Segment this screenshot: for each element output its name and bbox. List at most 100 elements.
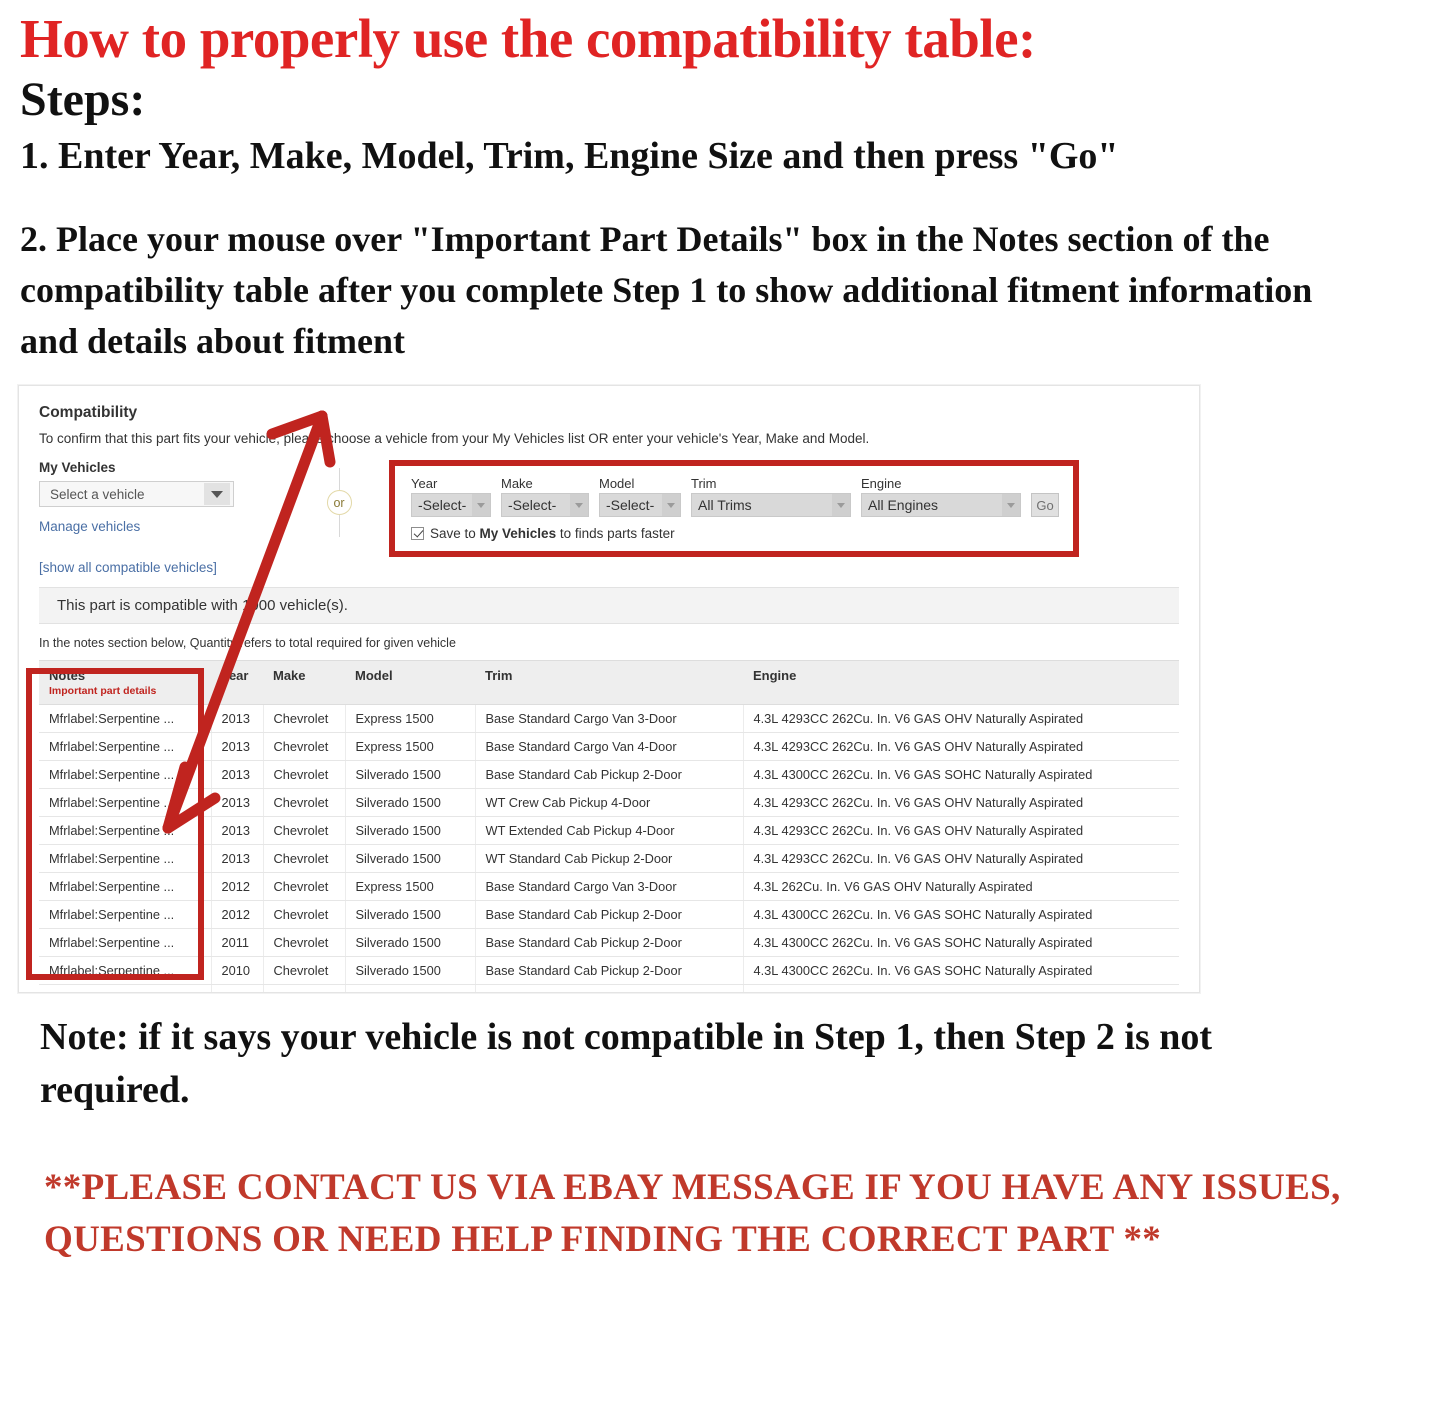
compatibility-count-message: This part is compatible with 1000 vehicl… (39, 587, 1179, 625)
cell-engine: 4.3L 262Cu. In. V6 GAS OHV Naturally Asp… (743, 984, 1179, 993)
instructions-header: How to properly use the compatibility ta… (0, 8, 1445, 367)
cell-trim: WT Extended Cab Pickup 4-Door (475, 816, 744, 846)
fitment-table-body: Mfrlabel:Serpentine ... 2013 Chevrolet Expr… (39, 704, 1179, 993)
save-vehicle-checkbox[interactable] (411, 527, 424, 541)
table-row: Mfrlabel:Serpentine ...2010ChevroletSilv… (39, 984, 1179, 993)
step-two-text: 2. Place your mouse over "Important Part… (20, 218, 1313, 362)
quantity-note: In the notes section below, Quantity ref… (39, 636, 456, 651)
cell-notes[interactable]: Mfrlabel:Serpentine ... (39, 872, 212, 902)
or-badge: or (326, 490, 352, 516)
cell-trim: Base Standard Cab Pickup 2-Door (475, 900, 744, 930)
table-header-row: Notes Important part details Year Make M… (39, 660, 1179, 706)
cell-model: Express 1500 (345, 732, 476, 762)
engine-field: Engine All Engines (861, 476, 1021, 518)
table-row: Mfrlabel:Serpentine ... 2013 Chevrolet Silv… (39, 788, 1179, 818)
my-vehicles-label: My Vehicles (39, 460, 116, 476)
cell-make: Chevrolet (263, 956, 346, 986)
model-select[interactable]: -Select- (599, 493, 681, 518)
table-row: Mfrlabel:Serpentine ... 2011 Chevrolet Silv… (39, 928, 1179, 958)
cell-make: Chevrolet (263, 760, 346, 790)
year-select-value: -Select- (418, 497, 467, 514)
cell-model: Silverado 1500 (345, 816, 476, 846)
cell-year: 2013 (211, 760, 264, 790)
step-one-text: 1. Enter Year, Make, Model, Trim, Engine… (20, 135, 1119, 178)
ymm-field-row: Year -Select- Make -Select- Model -Selec… (411, 476, 1059, 518)
table-row: Mfrlabel:Serpentine ... 2013 Chevrolet Expr… (39, 704, 1179, 734)
cell-year: 2012 (211, 872, 264, 902)
column-header-year: Year (211, 660, 263, 706)
cell-year: 2013 (211, 788, 264, 818)
cell-notes[interactable]: Mfrlabel:Serpentine ... (39, 760, 212, 790)
vehicle-select-value: Select a vehicle (50, 486, 145, 502)
cell-notes[interactable]: Mfrlabel:Serpentine ... (39, 956, 212, 986)
or-line-top (338, 468, 340, 491)
trim-select-value: All Trims (698, 497, 752, 514)
cell-engine: 4.3L 4300CC 262Cu. In. V6 GAS SOHC Natur… (743, 928, 1179, 958)
cell-model: Express 1500 (345, 872, 476, 902)
trim-select[interactable]: All Trims (691, 493, 851, 518)
cell-trim: Base Standard Cargo Van 4-Door (475, 732, 744, 762)
cell-notes[interactable]: Mfrlabel:Serpentine ... (39, 788, 212, 818)
cell-trim: WT Standard Cab Pickup 2-Door (475, 844, 744, 874)
cell-trim: Base Standard Cargo Van 3-Door (475, 704, 744, 734)
model-field: Model -Select- (599, 476, 681, 518)
column-header-notes: Notes Important part details (39, 660, 211, 706)
year-select[interactable]: -Select- (411, 493, 491, 518)
cell-make: Chevrolet (263, 984, 346, 993)
cell-notes[interactable]: Mfrlabel:Serpentine ... (39, 844, 212, 874)
save-vehicle-row[interactable]: Save to My Vehicles to finds parts faste… (411, 526, 1059, 541)
cell-trim: WT Crew Cab Pickup 4-Door (475, 984, 744, 993)
engine-select[interactable]: All Engines (861, 493, 1021, 518)
cell-trim: Base Standard Cab Pickup 2-Door (475, 928, 744, 958)
chevron-down-icon (204, 483, 230, 506)
cell-notes[interactable]: Mfrlabel:Serpentine ... (39, 704, 212, 734)
cell-engine: 4.3L 4293CC 262Cu. In. V6 GAS OHV Natura… (743, 844, 1179, 874)
cell-notes[interactable]: Mfrlabel:Serpentine ... (39, 732, 212, 762)
cell-model: Silverado 1500 (345, 928, 476, 958)
make-field: Make -Select- (501, 476, 589, 518)
chevron-down-icon (472, 494, 490, 517)
cell-engine: 4.3L 4300CC 262Cu. In. V6 GAS SOHC Natur… (743, 760, 1179, 790)
cell-year: 2010 (211, 984, 264, 993)
column-header-model: Model (345, 660, 475, 706)
column-header-make: Make (263, 660, 345, 706)
cell-year: 2011 (211, 928, 264, 958)
cell-make: Chevrolet (263, 788, 346, 818)
year-field: Year -Select- (411, 476, 491, 518)
cell-trim: Base Standard Cargo Van 3-Door (475, 872, 744, 902)
model-select-value: -Select- (606, 497, 655, 514)
trim-field: Trim All Trims (691, 476, 851, 518)
cell-model: Silverado 1500 (345, 900, 476, 930)
manage-vehicles-link[interactable]: Manage vehicles (39, 519, 289, 534)
my-vehicles-column: My Vehicles Select a vehicle Manage vehi… (39, 460, 289, 534)
year-label: Year (411, 476, 438, 492)
chevron-down-icon (1002, 494, 1020, 517)
cell-year: 2013 (211, 732, 264, 762)
cell-year: 2010 (211, 956, 264, 986)
vehicle-select[interactable]: Select a vehicle (39, 481, 234, 508)
cell-model: Express 1500 (345, 704, 476, 734)
cell-model: Silverado 1500 (345, 956, 476, 986)
save-bold: My Vehicles (479, 526, 557, 542)
make-select-value: -Select- (508, 497, 557, 514)
show-all-compatible-vehicles-link[interactable]: [show all compatible vehicles] (39, 560, 1179, 575)
footer-notes: Note: if it says your vehicle is not com… (0, 1011, 1445, 1266)
cell-engine: 4.3L 4293CC 262Cu. In. V6 GAS OHV Natura… (743, 704, 1179, 734)
page-title: How to properly use the compatibility ta… (20, 8, 1036, 69)
cell-make: Chevrolet (263, 928, 346, 958)
cell-engine: 4.3L 4300CC 262Cu. In. V6 GAS SOHC Natur… (743, 956, 1179, 986)
steps-label: Steps: (20, 73, 146, 127)
table-row: Mfrlabel:Serpentine ...2010ChevroletSilv… (39, 956, 1179, 986)
cell-notes[interactable]: Mfrlabel:Serpentine ... (39, 984, 212, 993)
save-prefix: Save to (430, 526, 480, 542)
make-select[interactable]: -Select- (501, 493, 589, 518)
cell-notes[interactable]: Mfrlabel:Serpentine ... (39, 928, 212, 958)
save-suffix: to finds parts faster (556, 526, 675, 542)
go-button[interactable]: Go (1031, 493, 1059, 518)
cell-notes[interactable]: Mfrlabel:Serpentine ... (39, 900, 212, 930)
table-row: Mfrlabel:Serpentine ... 2013 Chevrolet Silv… (39, 844, 1179, 874)
cell-notes[interactable]: Mfrlabel:Serpentine ... (39, 816, 212, 846)
table-row: Mfrlabel:Serpentine ... 2013 Chevrolet Silv… (39, 760, 1179, 790)
bottom-note-text: Note: if it says your vehicle is not com… (40, 1016, 1213, 1112)
column-header-engine: Engine (743, 660, 1179, 706)
